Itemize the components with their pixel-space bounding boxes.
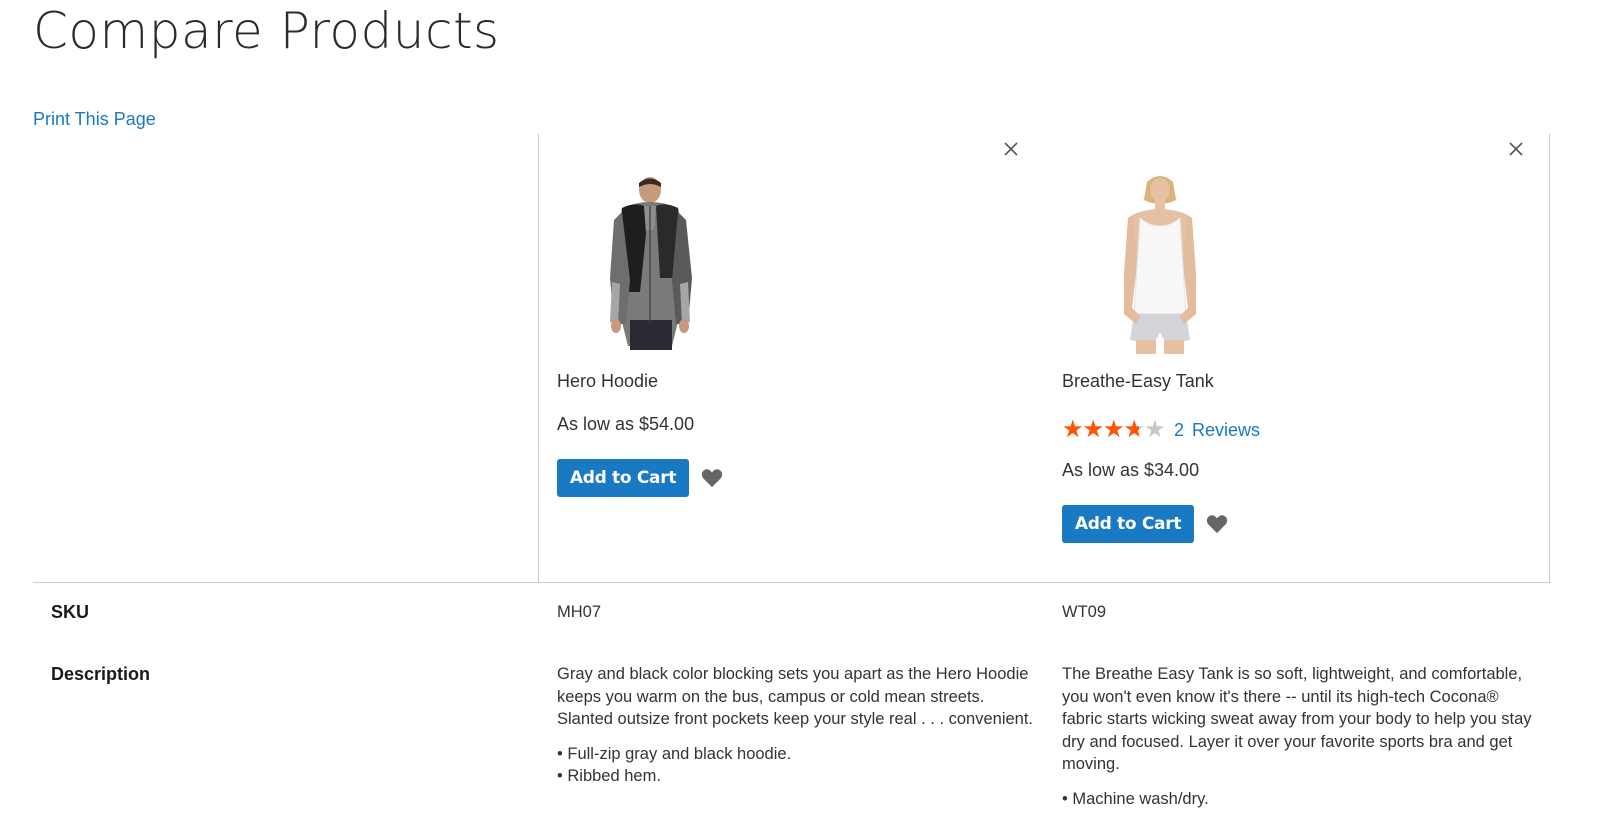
add-to-wishlist-button[interactable] (701, 468, 723, 488)
rating-fill: ★★★★★ (1062, 419, 1139, 441)
sku-label: SKU (51, 602, 90, 622)
reviews-label: Reviews (1192, 419, 1261, 440)
description-text: The Breathe Easy Tank is so soft, lightw… (1062, 665, 1532, 773)
close-icon (1509, 142, 1523, 156)
remove-product-button[interactable] (1001, 139, 1021, 159)
compare-page: Compare Products Print This Page Hero Ho… (0, 0, 1600, 828)
product-name[interactable]: Breathe-Easy Tank (1062, 371, 1214, 392)
product-price: As low as $34.00 (1062, 460, 1200, 480)
heart-icon (701, 469, 723, 488)
heart-icon (1206, 515, 1228, 534)
column-divider (1549, 134, 1550, 582)
sku-value: WT09 (1062, 603, 1107, 621)
product-image-breathe-easy-tank[interactable] (1070, 174, 1250, 354)
product-rating: ★★★★★ ★★★★★ 2 Reviews (1062, 418, 1260, 442)
reviews-link[interactable]: 2 Reviews (1174, 420, 1260, 441)
description-text: Gray and black color blocking sets you a… (557, 665, 1034, 728)
feature-list: Machine wash/dry. (1062, 788, 1540, 811)
product-column-breathe-easy-tank: Breathe-Easy Tank ★★★★★ ★★★★★ 2 Reviews A… (1043, 134, 1548, 582)
product-name[interactable]: Hero Hoodie (557, 371, 658, 392)
feature-item: Ribbed hem. (557, 765, 1035, 788)
product-column-hero-hoodie: Hero Hoodie As low as $54.00 Add to Cart (538, 134, 1043, 582)
add-to-cart-button[interactable]: Add to Cart (1062, 505, 1194, 543)
add-to-cart-button[interactable]: Add to Cart (557, 459, 689, 497)
review-count: 2 (1174, 419, 1185, 440)
product-actions: Add to Cart (1062, 505, 1228, 543)
description-value: The Breathe Easy Tank is so soft, lightw… (1062, 663, 1540, 810)
feature-item: Machine wash/dry. (1062, 788, 1540, 811)
product-image-hero-hoodie[interactable] (560, 174, 740, 354)
star-filled-icons: ★★★★★ (1062, 419, 1139, 441)
page-title: Compare Products (33, 2, 500, 60)
feature-item: Full-zip gray and black hoodie. (557, 743, 1035, 766)
product-actions: Add to Cart (557, 459, 723, 497)
description-value: Gray and black color blocking sets you a… (557, 663, 1035, 788)
feature-list: Full-zip gray and black hoodie. Ribbed h… (557, 743, 1035, 788)
close-icon (1004, 142, 1018, 156)
remove-product-button[interactable] (1506, 139, 1526, 159)
add-to-wishlist-button[interactable] (1206, 514, 1228, 534)
sku-value: MH07 (557, 603, 602, 621)
description-label: Description (51, 664, 151, 684)
print-page-link[interactable]: Print This Page (33, 109, 156, 130)
table-divider (33, 582, 1551, 583)
rating-stars: ★★★★★ ★★★★★ (1062, 418, 1172, 442)
product-price: As low as $54.00 (557, 414, 695, 434)
